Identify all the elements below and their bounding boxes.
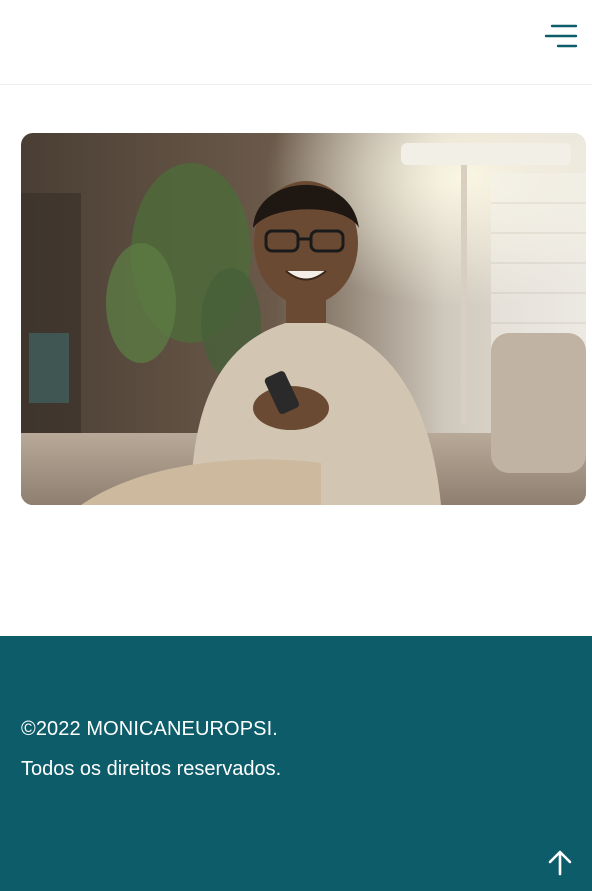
rights-text: Todos os direitos reservados.: [21, 758, 282, 780]
back-to-top-button[interactable]: [546, 849, 574, 877]
arrow-up-icon: [546, 850, 574, 881]
hamburger-menu-icon: [544, 22, 578, 52]
site-footer: ©2022 MONICANEUROPSI. Todos os direitos …: [0, 636, 592, 891]
smiling-man-with-phone-photo: [21, 133, 586, 505]
site-header: [0, 0, 592, 85]
hero-image: [21, 133, 586, 505]
copyright-text: ©2022 MONICANEUROPSI.: [21, 718, 278, 740]
menu-button[interactable]: [544, 22, 578, 52]
